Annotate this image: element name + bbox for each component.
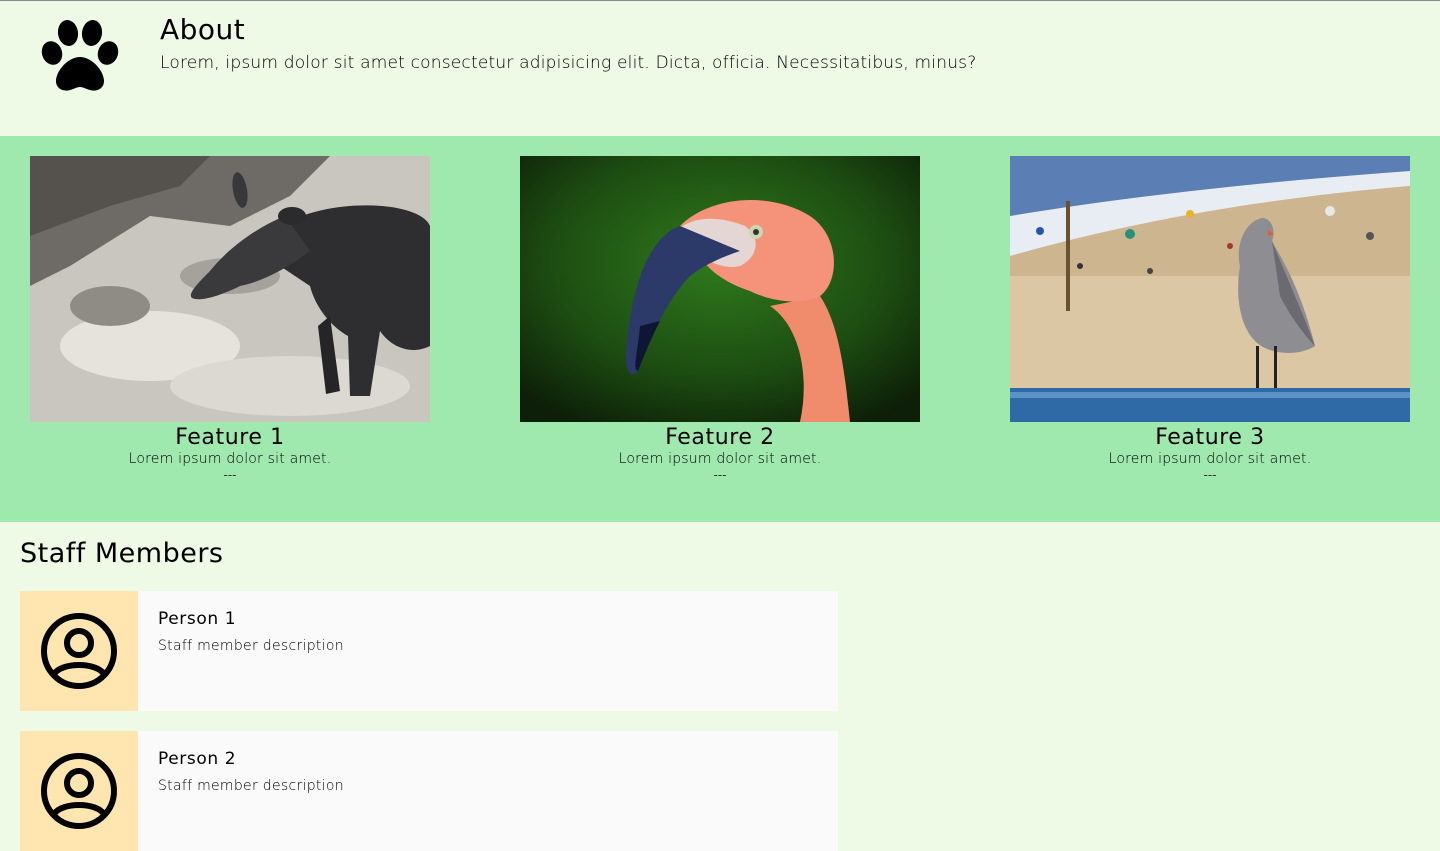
feature-card-2: Feature 2 Lorem ipsum dolor sit amet. --…	[520, 156, 920, 483]
feature-description: Lorem ipsum dolor sit amet.	[128, 451, 332, 467]
feature-title: Feature 3	[1155, 425, 1265, 450]
staff-section: Staff Members Person 1 Staff member desc…	[0, 522, 1440, 851]
flamingo-photo	[520, 156, 920, 422]
features-section: Feature 1 Lorem ipsum dolor sit amet. --…	[0, 136, 1440, 522]
seagull-beach-photo	[1010, 156, 1410, 422]
staff-title: Staff Members	[20, 538, 224, 569]
about-title: About	[160, 13, 246, 46]
feature-card-3: Feature 3 Lorem ipsum dolor sit amet. --…	[1010, 156, 1410, 483]
avatar	[20, 591, 138, 711]
about-section: About Lorem, ipsum dolor sit amet consec…	[0, 1, 1440, 136]
avatar	[20, 731, 138, 851]
feature-separator: ---	[713, 468, 727, 482]
user-avatar-icon	[41, 613, 117, 689]
paw-icon	[38, 19, 122, 93]
feature-card-1: Feature 1 Lorem ipsum dolor sit amet. --…	[30, 156, 430, 483]
feature-title: Feature 1	[175, 425, 285, 450]
staff-card-1: Person 1 Staff member description	[20, 591, 838, 711]
user-avatar-icon	[41, 753, 117, 829]
feature-separator: ---	[1203, 468, 1217, 482]
staff-name: Person 2	[158, 749, 237, 769]
staff-description: Staff member description	[158, 638, 344, 654]
feature-description: Lorem ipsum dolor sit amet.	[1108, 451, 1312, 467]
feature-title: Feature 2	[665, 425, 775, 450]
staff-card-2: Person 2 Staff member description	[20, 731, 838, 851]
feature-separator: ---	[223, 468, 237, 482]
staff-name: Person 1	[158, 609, 237, 629]
staff-description: Staff member description	[158, 778, 344, 794]
feature-description: Lorem ipsum dolor sit amet.	[618, 451, 822, 467]
tapir-photo	[30, 156, 430, 422]
about-text: Lorem, ipsum dolor sit amet consectetur …	[160, 53, 977, 73]
